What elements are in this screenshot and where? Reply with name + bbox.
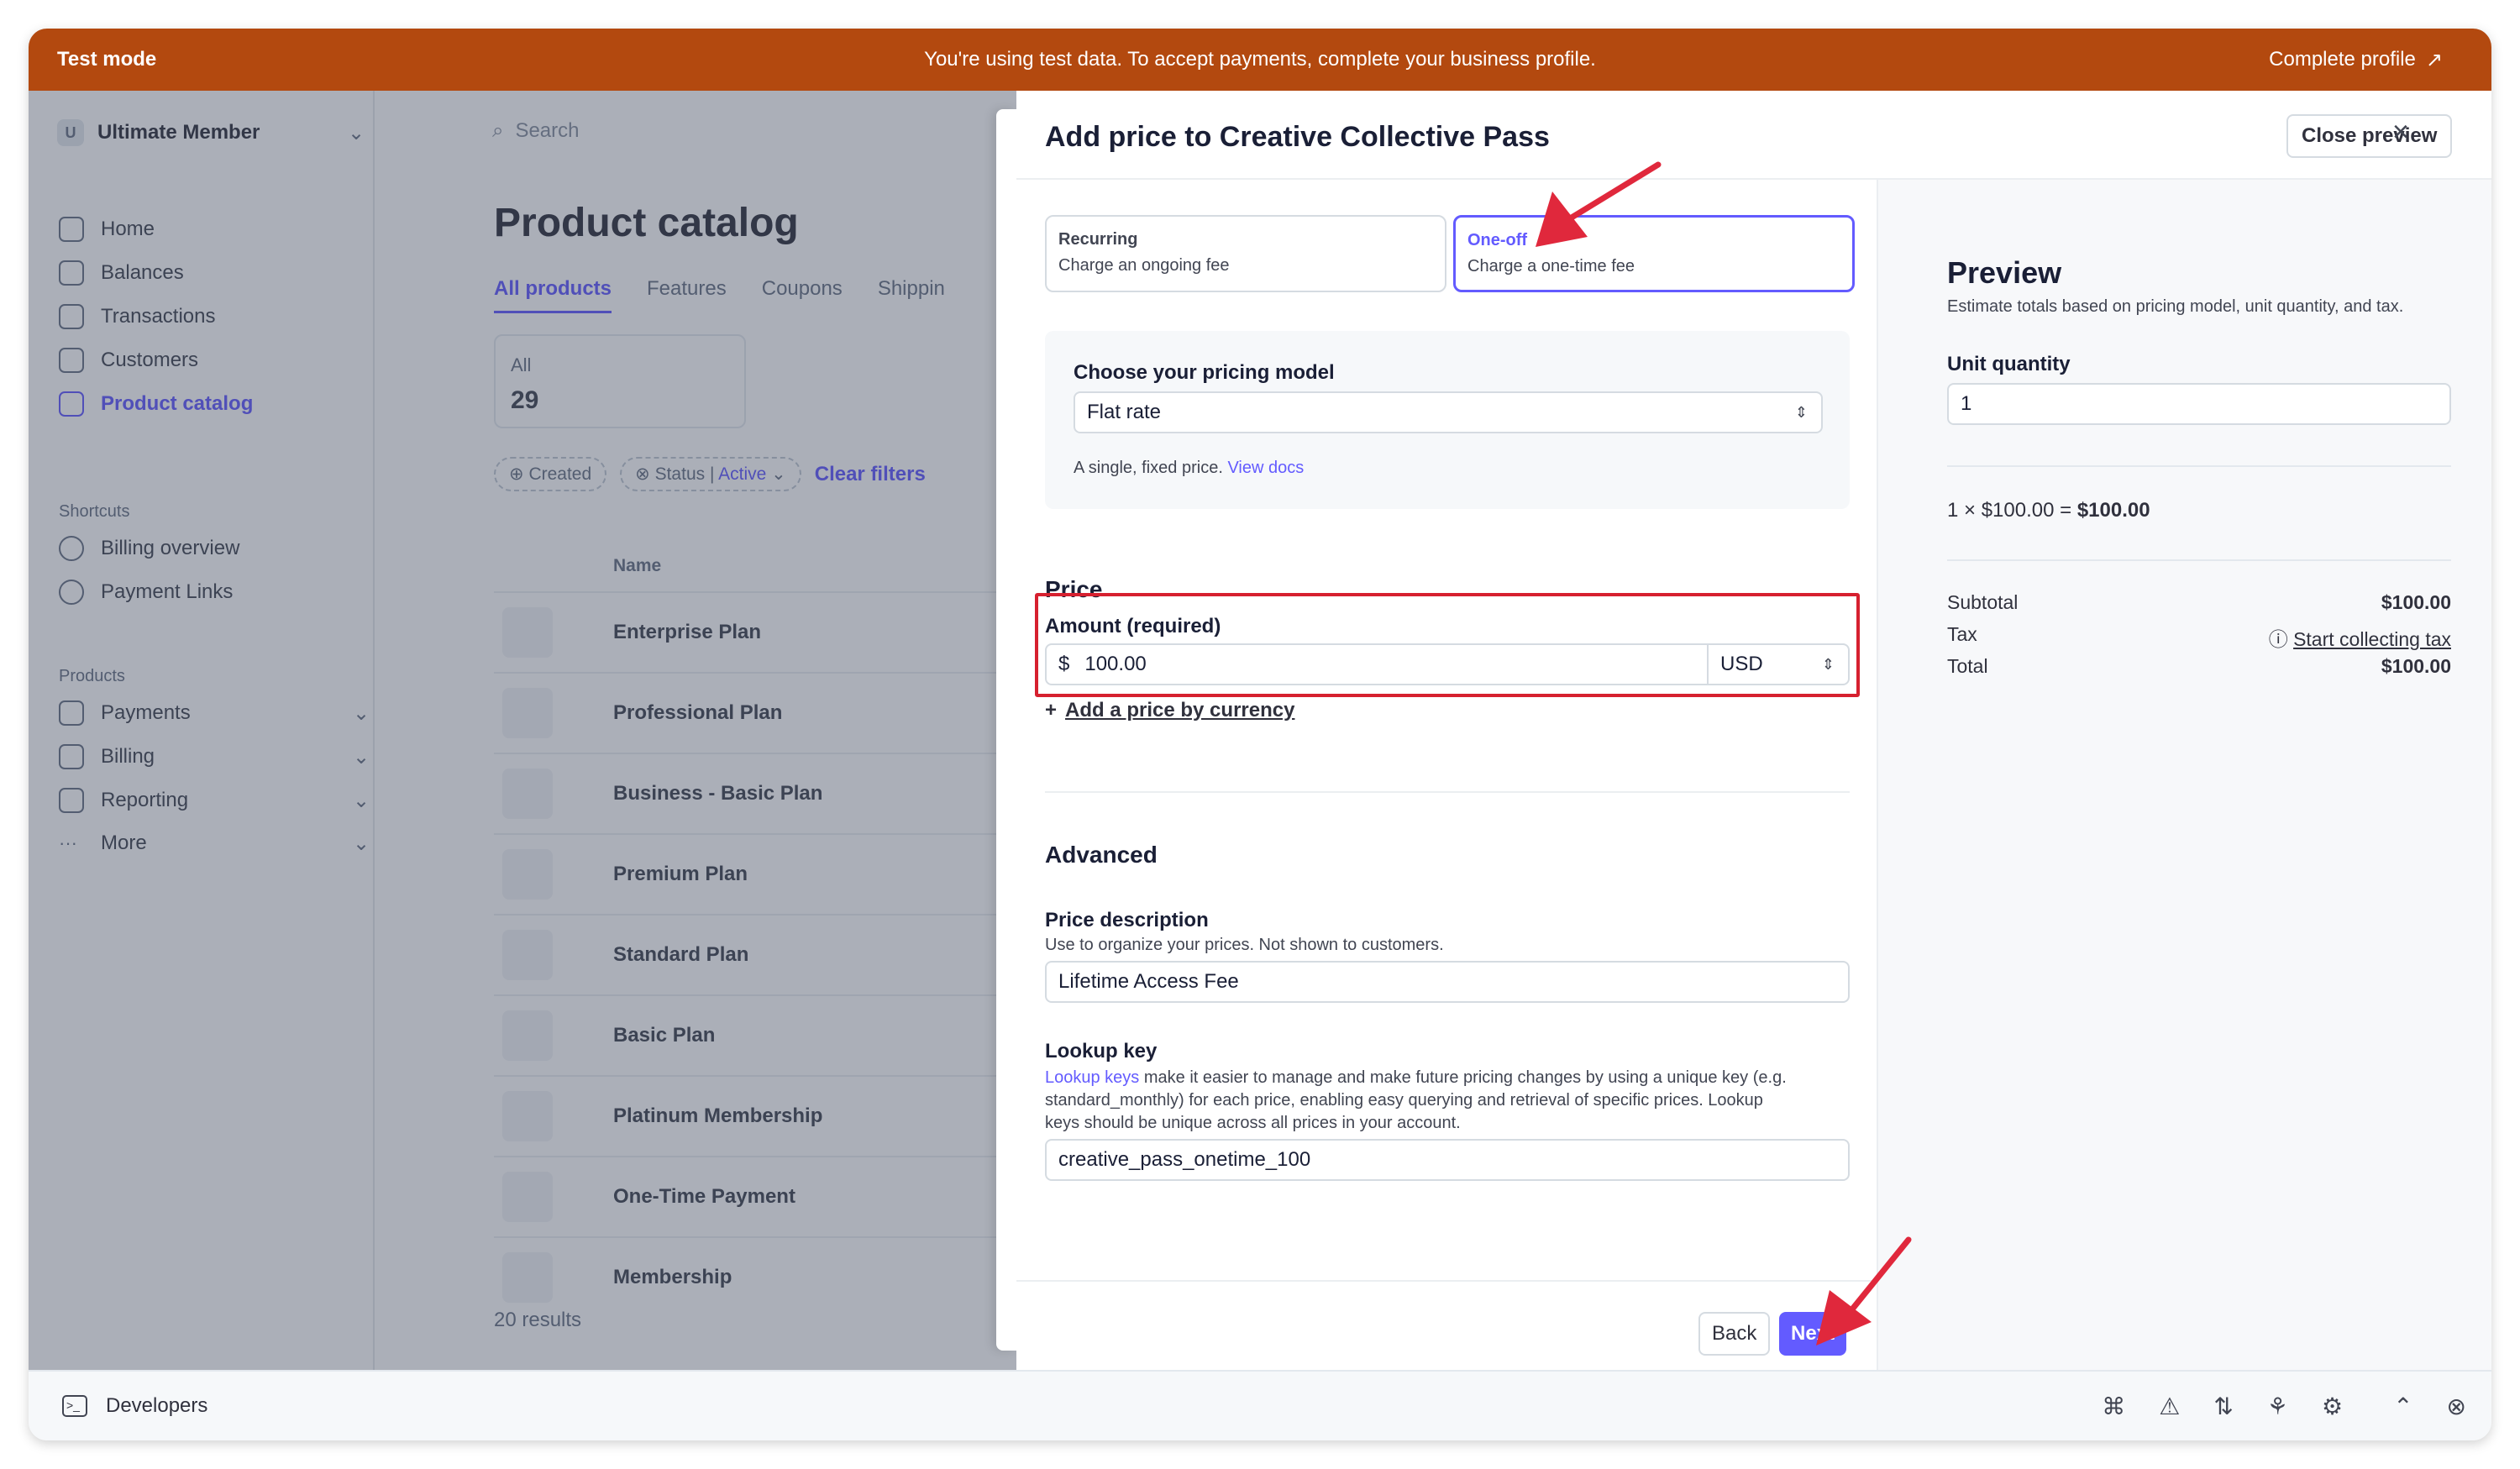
sort-arrows-icon[interactable]: ⇅: [2213, 1393, 2233, 1420]
banner-message: You're using test data. To accept paymen…: [924, 48, 1596, 71]
lookup-help-line3: keys should be unique across all prices …: [1045, 1114, 1461, 1132]
modal-footer-divider: [1016, 1280, 1877, 1282]
modal-edge: [996, 109, 1016, 1351]
amount-label: Amount (required): [1045, 615, 1221, 637]
back-button[interactable]: Back: [1698, 1312, 1771, 1356]
start-collecting-tax-label: Start collecting tax: [2293, 628, 2451, 650]
select-arrows-icon: ⇕: [1794, 403, 1808, 421]
developers-button[interactable]: >_ Developers: [62, 1394, 207, 1418]
preview-divider: [1947, 559, 2451, 561]
pricing-model-select[interactable]: Flat rate ⇕: [1074, 391, 1823, 433]
tax-label: Tax: [1947, 623, 1977, 645]
unit-quantity-input[interactable]: 1: [1947, 383, 2451, 425]
price-description-value: Lifetime Access Fee: [1058, 970, 1239, 993]
tax-row: Tax ⓘ Start collecting tax: [1947, 623, 2451, 652]
pricing-model-help-text: A single, fixed price.: [1074, 459, 1223, 477]
subtotal-label: Subtotal: [1947, 591, 2019, 613]
annotation-arrow-one-off: [1536, 161, 1662, 247]
webhooks-icon[interactable]: ⚘: [2267, 1393, 2288, 1420]
developers-label: Developers: [106, 1394, 208, 1417]
complete-profile-link[interactable]: Complete profile ↗: [2269, 48, 2443, 72]
pricing-model-help: A single, fixed price. View docs: [1074, 459, 1304, 478]
lookup-key-label: Lookup key: [1045, 1040, 1158, 1062]
unit-quantity-value: 1: [1961, 392, 1972, 415]
subtotal-value: $100.00: [2381, 591, 2451, 613]
calculation-line: 1 × $100.00 = $100.00: [1947, 499, 2150, 522]
lookup-help-line1: make it easier to manage and make future…: [1139, 1068, 1787, 1087]
price-description-help: Use to organize your prices. Not shown t…: [1045, 936, 1444, 954]
lookup-key-help: Lookup keys make it easier to manage and…: [1045, 1067, 1860, 1135]
close-circle-icon[interactable]: ⊗: [2447, 1393, 2466, 1420]
select-arrows-icon: ⇕: [1821, 655, 1835, 673]
price-description-label: Price description: [1045, 909, 1209, 931]
plus-icon: +: [1045, 699, 1058, 721]
preview-title: Preview: [1947, 255, 2062, 290]
modal-title: Add price to Creative Collective Pass: [1045, 121, 1550, 153]
lookup-key-value: creative_pass_onetime_100: [1058, 1148, 1311, 1171]
binoculars-icon[interactable]: ⌘: [2102, 1393, 2125, 1420]
calculation-expression: 1 × $100.00 =: [1947, 499, 2072, 522]
test-mode-banner: Test mode You're using test data. To acc…: [29, 29, 2491, 91]
advanced-heading: Advanced: [1045, 842, 1158, 868]
section-divider: [1045, 791, 1850, 793]
total-label: Total: [1947, 655, 1988, 677]
calculation-result: $100.00: [2076, 499, 2150, 522]
complete-profile-label: Complete profile: [2269, 48, 2416, 71]
info-icon: ⓘ: [2268, 628, 2288, 650]
annotation-arrow-next: [1816, 1236, 1912, 1346]
amount-value: 100.00: [1084, 653, 1147, 675]
developers-bar: >_ Developers ⌘ ⚠ ⇅ ⚘ ⚙ ⌃ ⊗: [29, 1370, 2491, 1440]
add-price-modal: Add price to Creative Collective Pass Cl…: [1016, 91, 2491, 1370]
terminal-icon: >_: [62, 1395, 87, 1417]
preview-panel: Preview Estimate totals based on pricing…: [1877, 180, 2491, 1370]
view-docs-link[interactable]: View docs: [1227, 459, 1304, 477]
total-value: $100.00: [2381, 655, 2451, 677]
external-arrow-icon: ↗: [2425, 48, 2443, 71]
lookup-help-line2: standard_monthly) for each price, enabli…: [1045, 1091, 1763, 1110]
app-window: Test mode You're using test data. To acc…: [29, 29, 2491, 1440]
price-description-input[interactable]: Lifetime Access Fee: [1045, 961, 1850, 1003]
preview-subtitle: Estimate totals based on pricing model, …: [1947, 297, 2404, 316]
preview-divider: [1947, 465, 2451, 467]
start-collecting-tax-link[interactable]: ⓘ Start collecting tax: [2269, 623, 2451, 652]
recurring-title: Recurring: [1058, 230, 1138, 249]
chevron-up-icon[interactable]: ⌃: [2393, 1393, 2412, 1420]
subtotal-row: Subtotal $100.00: [1947, 591, 2451, 614]
developers-toolbar: ⌘ ⚠ ⇅ ⚘ ⚙ ⌃ ⊗: [2102, 1393, 2466, 1420]
currency-symbol: $: [1058, 653, 1070, 675]
pricing-model-value: Flat rate: [1087, 401, 1162, 423]
unit-quantity-label: Unit quantity: [1947, 353, 2071, 375]
total-row: Total $100.00: [1947, 655, 2451, 678]
warning-icon[interactable]: ⚠: [2159, 1393, 2180, 1420]
recurring-option[interactable]: Recurring Charge an ongoing fee: [1045, 215, 1446, 292]
add-price-by-currency-label: Add a price by currency: [1065, 699, 1295, 721]
amount-input[interactable]: $ 100.00: [1045, 643, 1709, 685]
lookup-keys-link[interactable]: Lookup keys: [1045, 1068, 1139, 1087]
add-price-by-currency-link[interactable]: + Add a price by currency: [1045, 699, 1294, 722]
close-icon[interactable]: ×: [2392, 116, 2409, 149]
currency-select[interactable]: USD ⇕: [1707, 643, 1850, 685]
gear-icon[interactable]: ⚙: [2322, 1393, 2343, 1420]
pricing-model-section: Choose your pricing model Flat rate ⇕ A …: [1045, 331, 1850, 509]
recurring-desc: Charge an ongoing fee: [1058, 256, 1230, 275]
currency-value: USD: [1720, 653, 1763, 675]
close-preview-button[interactable]: Close preview: [2286, 114, 2453, 158]
pricing-model-label: Choose your pricing model: [1074, 361, 1335, 384]
lookup-key-input[interactable]: creative_pass_onetime_100: [1045, 1139, 1850, 1181]
